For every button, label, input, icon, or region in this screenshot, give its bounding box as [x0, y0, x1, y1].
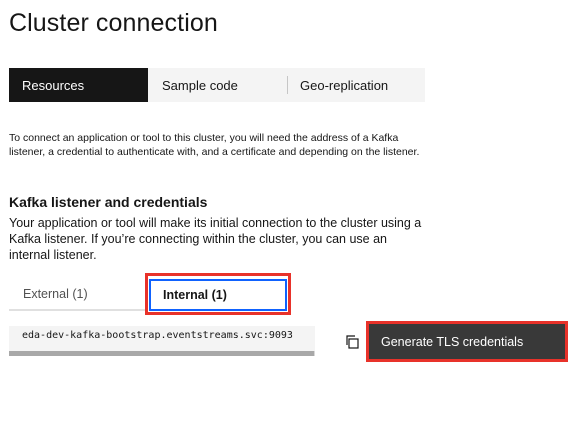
- tab-sample-code[interactable]: Sample code: [148, 68, 287, 102]
- copy-icon: [346, 335, 359, 349]
- generate-tls-credentials-label: Generate TLS credentials: [381, 334, 524, 349]
- tab-external-listener[interactable]: External (1): [9, 279, 148, 311]
- address-scrollbar[interactable]: [9, 351, 315, 356]
- copy-button[interactable]: [340, 330, 364, 354]
- generate-tls-credentials-button[interactable]: Generate TLS credentials: [369, 324, 565, 359]
- section-title: Kafka listener and credentials: [9, 194, 208, 210]
- tab-divider: [287, 76, 288, 94]
- page-title: Cluster connection: [9, 9, 218, 37]
- tab-internal-listener[interactable]: Internal (1): [149, 279, 287, 311]
- section-description: Your application or tool will make its i…: [9, 216, 422, 262]
- tab-geo-replication-label: Geo-replication: [300, 77, 389, 93]
- tab-resources[interactable]: Resources: [9, 68, 148, 102]
- tab-sample-code-label: Sample code: [162, 77, 238, 93]
- tab-external-label: External (1): [23, 287, 88, 301]
- connection-tabs: Resources Sample code Geo-replication: [9, 68, 425, 102]
- intro-text: To connect an application or tool to thi…: [9, 132, 420, 158]
- tab-internal-label: Internal (1): [163, 288, 227, 302]
- tab-resources-label: Resources: [22, 77, 85, 93]
- address-scrollbar-thumb[interactable]: [9, 351, 314, 356]
- tab-geo-replication[interactable]: Geo-replication: [287, 68, 425, 102]
- bootstrap-address-text: eda-dev-kafka-bootstrap.eventstreams.svc…: [22, 330, 293, 341]
